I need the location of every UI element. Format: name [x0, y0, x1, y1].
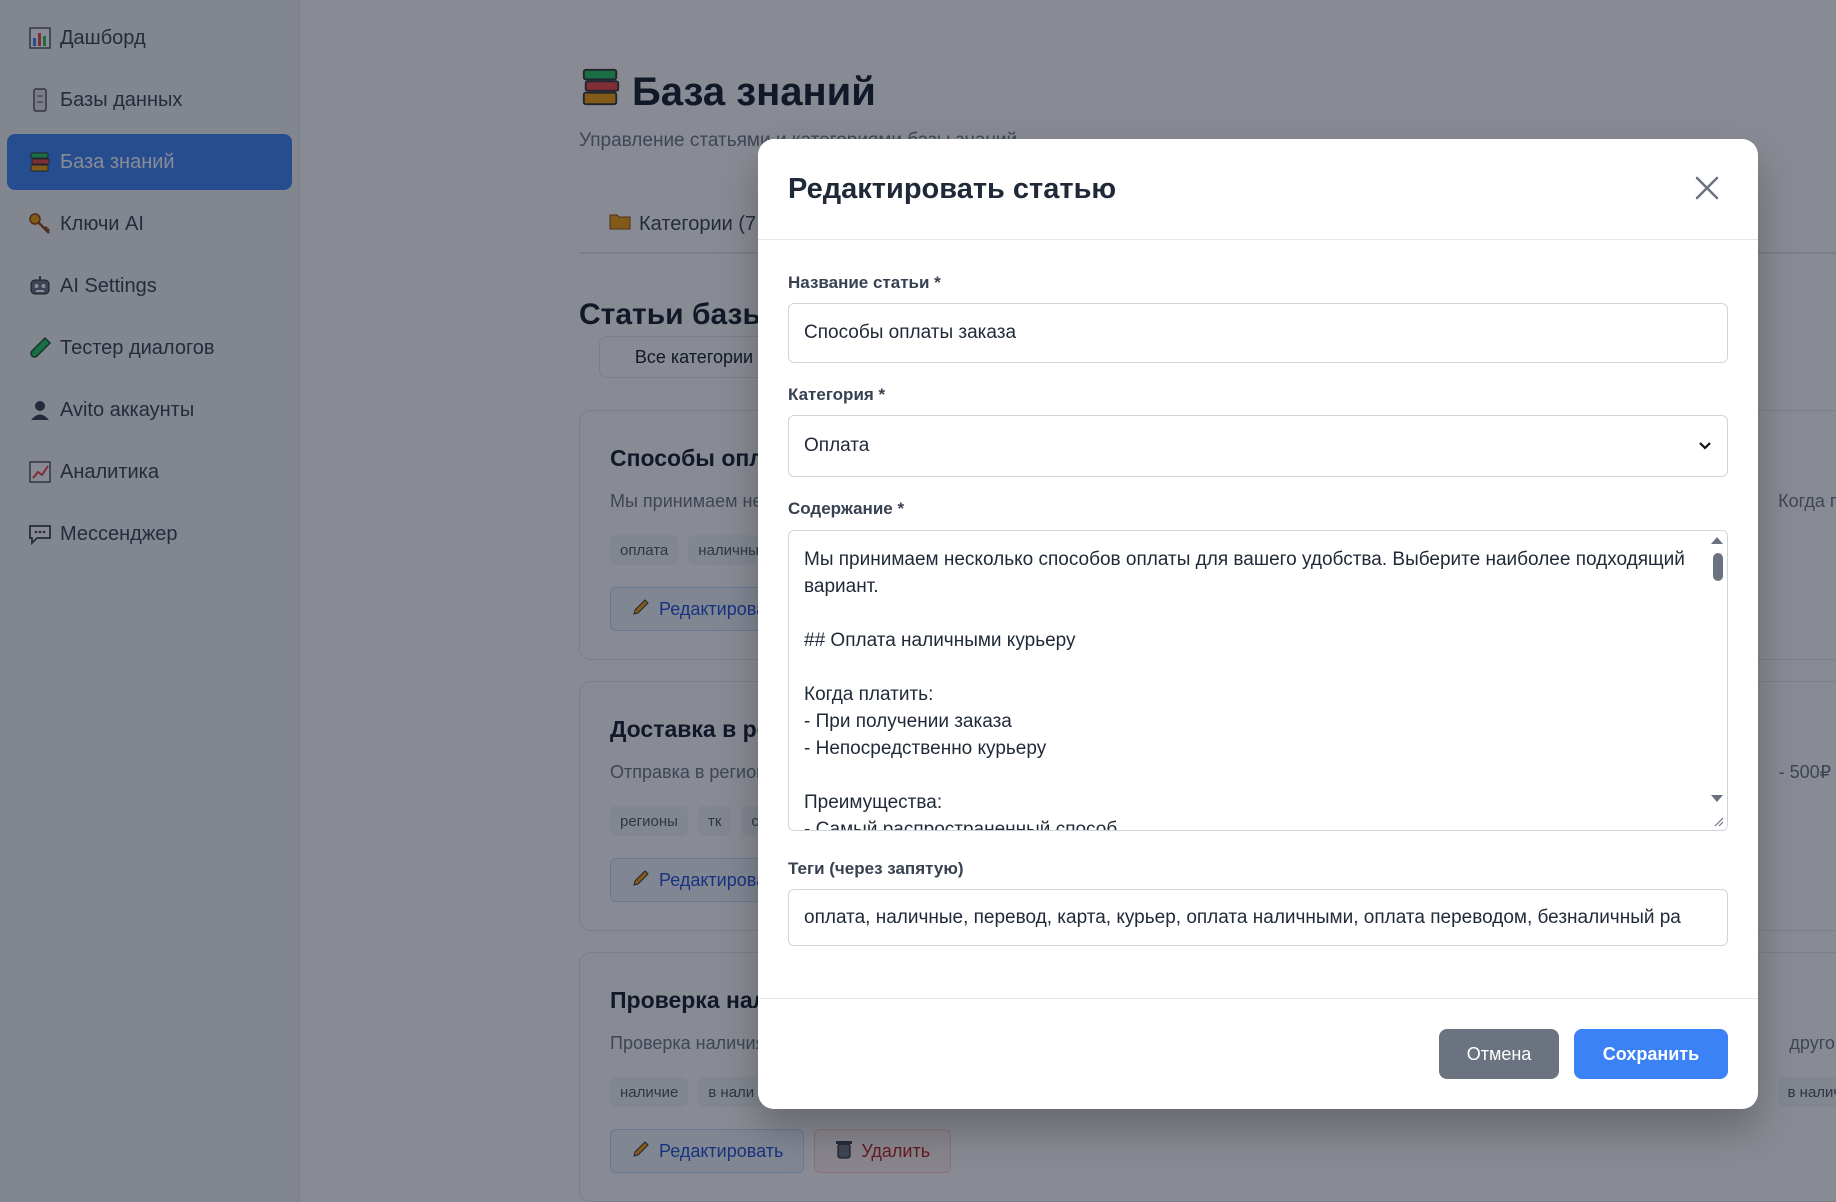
modal-footer: Отмена Сохранить: [758, 998, 1758, 1109]
scroll-up-arrow-icon[interactable]: [1711, 537, 1723, 544]
article-name-label: Название статьи *: [788, 273, 941, 292]
content-text: Мы принимаем несколько способов оплаты д…: [804, 549, 1685, 831]
chevron-down-icon: [1698, 435, 1712, 457]
tags-input[interactable]: оплата, наличные, перевод, карта, курьер…: [788, 889, 1728, 946]
resize-grip-icon[interactable]: [1711, 814, 1725, 828]
edit-article-modal: Редактировать статью Название статьи * С…: [758, 139, 1758, 1109]
save-button[interactable]: Сохранить: [1574, 1029, 1728, 1079]
category-select[interactable]: Оплата: [788, 415, 1728, 477]
close-button[interactable]: [1692, 175, 1722, 205]
modal-header: Редактировать статью: [758, 139, 1758, 240]
article-name-input[interactable]: Способы оплаты заказа: [788, 303, 1728, 363]
close-icon: [1694, 175, 1720, 206]
content-label: Содержание *: [788, 499, 905, 518]
scroll-thumb[interactable]: [1713, 553, 1723, 581]
tags-label: Теги (через запятую): [788, 859, 964, 878]
category-select-value: Оплата: [804, 435, 870, 456]
content-textarea[interactable]: Мы принимаем несколько способов оплаты д…: [788, 530, 1728, 831]
cancel-button[interactable]: Отмена: [1439, 1029, 1559, 1079]
scroll-down-arrow-icon[interactable]: [1711, 795, 1723, 802]
modal-title: Редактировать статью: [788, 173, 1117, 205]
textarea-scrollbar[interactable]: [1709, 531, 1727, 830]
category-label: Категория *: [788, 385, 886, 404]
